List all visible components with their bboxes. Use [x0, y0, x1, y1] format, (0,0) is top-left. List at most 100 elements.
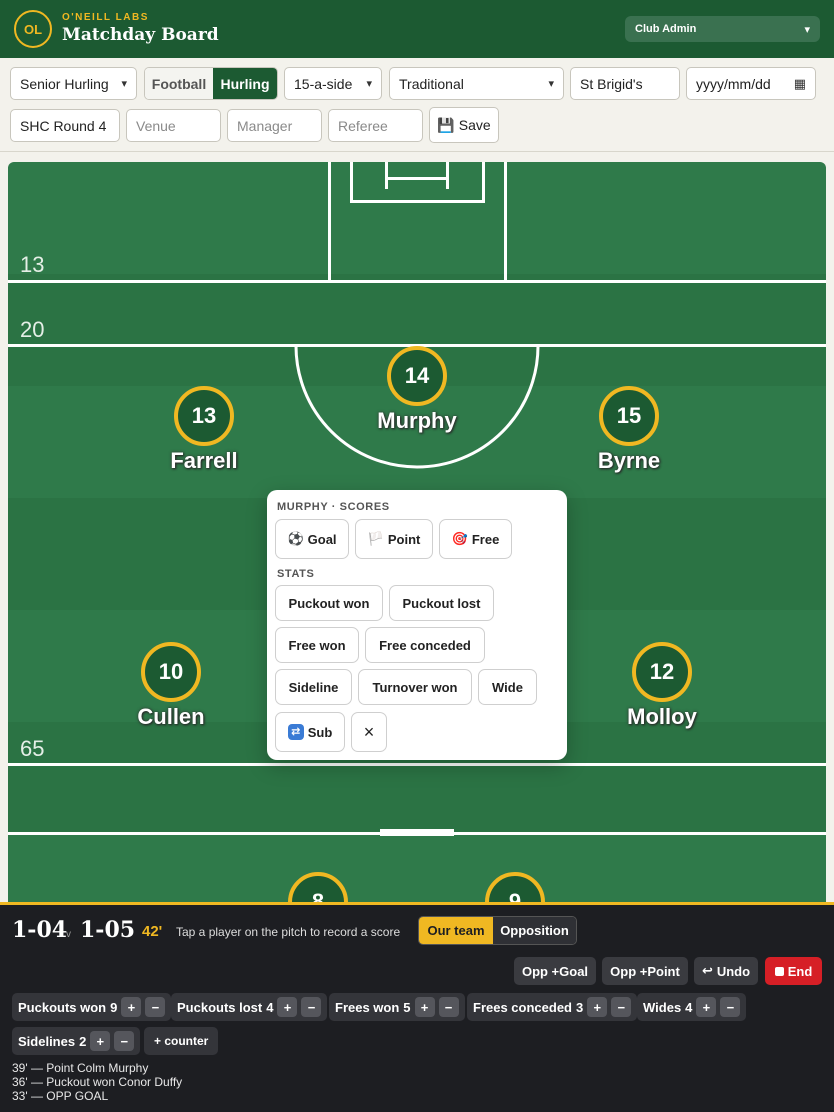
team-option-our-team[interactable]: Our team [419, 917, 493, 944]
our-score: 1-04 [12, 917, 68, 943]
layout-select-value: Traditional [399, 75, 464, 92]
player-token-14[interactable]: 14 Murphy [352, 346, 482, 434]
stat-free-won-button[interactable]: Free won [275, 627, 359, 663]
save-button[interactable]: 💾 Save [429, 107, 499, 143]
counter-label: Sidelines [18, 1033, 76, 1049]
goal-button[interactable]: ⚽ Goal [275, 519, 349, 559]
counter-value: 3 [576, 999, 584, 1015]
chevron-down-icon: ▾ [366, 78, 372, 90]
stat-puckout-lost-button[interactable]: Puckout lost [389, 585, 494, 621]
role-select[interactable]: Club Admin ▾ [625, 16, 820, 42]
counter-value: 2 [79, 1033, 87, 1049]
stat-turnover-won-button[interactable]: Turnover won [358, 669, 472, 705]
chevron-down-icon: ▾ [548, 78, 554, 90]
pitch-line [385, 162, 388, 189]
decrement-button[interactable]: − [720, 997, 741, 1017]
chevron-down-icon: ▾ [121, 78, 127, 90]
decrement-button[interactable]: − [114, 1031, 135, 1051]
decrement-button[interactable]: − [301, 997, 322, 1017]
stat-wide-button[interactable]: Wide [478, 669, 537, 705]
stat-sideline-button[interactable]: Sideline [275, 669, 352, 705]
opp-point-button[interactable]: Opp +Point [602, 957, 688, 985]
player-token-13[interactable]: 13 Farrell [139, 386, 269, 474]
player-token-12[interactable]: 12 Molloy [597, 642, 727, 730]
player-name: Cullen [137, 704, 205, 729]
code-option-football[interactable]: Football [145, 68, 213, 99]
grade-select[interactable]: Senior Hurling ▾ [10, 67, 137, 100]
player-name: Molloy [627, 704, 697, 729]
add-counter-button[interactable]: + counter [144, 1027, 219, 1055]
manager-input[interactable]: Manager [227, 109, 322, 142]
counter-wides: Wides 4 + − [637, 993, 747, 1021]
referee-input[interactable]: Referee [328, 109, 423, 142]
layout-select[interactable]: Traditional ▾ [389, 67, 564, 100]
player-number: 12 [632, 642, 692, 702]
date-input[interactable]: yyyy/mm/dd ▦ [686, 67, 816, 100]
stat-free-conceded-button[interactable]: Free conceded [365, 627, 485, 663]
player-number: 9 [485, 872, 545, 902]
increment-button[interactable]: + [696, 997, 717, 1017]
counter-frees-won: Frees won 5 + − [329, 993, 465, 1021]
player-token-9[interactable]: 9 [450, 872, 580, 902]
venue-input-placeholder: Venue [136, 117, 176, 134]
score-hint: Tap a player on the pitch to record a sc… [176, 925, 401, 939]
player-name: Murphy [377, 408, 457, 433]
brand-subtitle: O'NEILL LABS [62, 12, 149, 23]
sub-button[interactable]: ⇄ Sub [275, 712, 345, 752]
stop-icon [774, 966, 784, 976]
counter-puckouts-lost: Puckouts lost 4 + − [171, 993, 328, 1021]
counter-label: Puckouts lost [177, 999, 263, 1015]
undo-button[interactable]: ↩ Undo [694, 957, 758, 985]
app-header: OL O'NEILL LABS Matchday Board Club Admi… [0, 0, 834, 58]
player-token-15[interactable]: 15 Byrne [564, 386, 694, 474]
counter-value: 9 [110, 999, 118, 1015]
free-button[interactable]: 🎯 Free [439, 519, 512, 559]
free-button-label: Free [471, 531, 500, 547]
chevron-down-icon: ▾ [804, 23, 810, 36]
decrement-button[interactable]: − [438, 997, 459, 1017]
player-token-10[interactable]: 10 Cullen [106, 642, 236, 730]
target-icon: 🎯 [451, 531, 468, 546]
stat-puckout-won-button[interactable]: Puckout won [275, 585, 383, 621]
player-token-8[interactable]: 8 [253, 872, 383, 902]
counter-label: Frees conceded [473, 999, 572, 1015]
venue-input[interactable]: Venue [126, 109, 221, 142]
increment-button[interactable]: + [587, 997, 608, 1017]
calendar-icon[interactable]: ▦ [794, 76, 806, 92]
player-number: 15 [599, 386, 659, 446]
increment-button[interactable]: + [121, 997, 142, 1017]
undo-button-label: Undo [716, 963, 751, 979]
pitch-line [446, 162, 449, 189]
opposition-score: 1-05 [80, 917, 136, 943]
distance-marker-65: 65 [20, 736, 45, 761]
increment-button[interactable]: + [414, 997, 435, 1017]
opponent-input[interactable]: St Brigid's [570, 67, 680, 100]
goal-button-label: Goal [307, 531, 337, 547]
format-select[interactable]: 15-a-side ▾ [284, 67, 382, 100]
close-icon[interactable]: × [351, 712, 387, 752]
distance-marker-20: 20 [20, 317, 45, 342]
halfway-mark [380, 829, 454, 836]
match-clock: 42' [142, 923, 163, 940]
team-option-opposition[interactable]: Opposition [493, 917, 576, 944]
decrement-button[interactable]: − [611, 997, 632, 1017]
increment-button[interactable]: + [90, 1031, 111, 1051]
player-number: 10 [141, 642, 201, 702]
point-button[interactable]: 🏳️ Point [355, 519, 433, 559]
thirteen-metre-line [8, 280, 826, 283]
counter-sidelines: Sidelines 2 + − [12, 1027, 141, 1055]
end-match-button[interactable]: End [765, 957, 822, 985]
date-input-placeholder: yyyy/mm/dd [696, 75, 771, 92]
football-icon: ⚽ [287, 531, 304, 546]
counter-frees-conceded: Frees conceded 3 + − [467, 993, 638, 1021]
point-button-label: Point [387, 531, 421, 547]
pitch-line [482, 162, 485, 202]
event-log-item: 36' — Puckout won Conor Duffy [12, 1075, 183, 1089]
pitch-line [385, 177, 449, 180]
code-option-hurling[interactable]: Hurling [213, 68, 277, 99]
increment-button[interactable]: + [277, 997, 298, 1017]
fixture-input[interactable]: SHC Round 4 [10, 109, 120, 142]
decrement-button[interactable]: − [145, 997, 166, 1017]
fixture-input-value: SHC Round 4 [20, 117, 107, 134]
opp-goal-button[interactable]: Opp +Goal [514, 957, 596, 985]
